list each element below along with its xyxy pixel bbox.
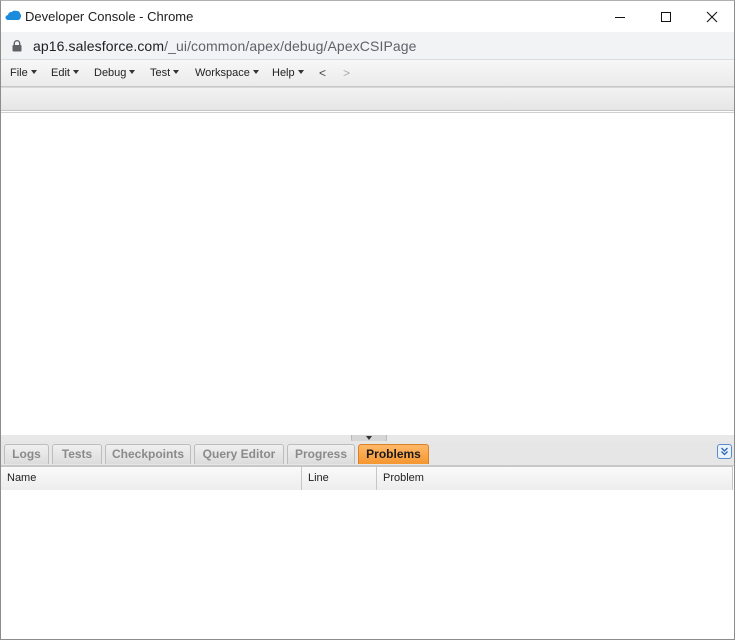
problems-grid-header: Name Line Problem — [1, 466, 733, 491]
browser-window: Developer Console - Chrome ap16.salesfor… — [0, 0, 735, 640]
collapse-panel-icon — [721, 447, 728, 456]
url-host: ap16.salesforce.com — [33, 38, 165, 54]
caret-down-icon — [129, 70, 136, 74]
close-icon — [706, 11, 718, 22]
caret-down-icon — [72, 70, 79, 74]
menu-label: Test — [150, 67, 171, 79]
close-button[interactable] — [689, 1, 734, 32]
title-bar: Developer Console - Chrome — [1, 1, 734, 32]
nav-forward-button[interactable]: > — [343, 66, 350, 80]
menu-label: Edit — [51, 67, 70, 79]
problems-grid-body — [1, 490, 734, 639]
menu-label: Debug — [94, 67, 127, 79]
menu-bar: File Edit Debug Test Workspace Help < > — [1, 60, 734, 87]
caret-down-icon — [252, 70, 259, 74]
menu-file[interactable]: File — [10, 67, 37, 79]
menu-label: Workspace — [195, 67, 250, 79]
caret-down-icon — [173, 70, 180, 74]
tab-progress[interactable]: Progress — [287, 444, 355, 464]
menu-edit[interactable]: Edit — [51, 67, 79, 79]
caret-down-icon — [297, 70, 304, 74]
column-header-line[interactable]: Line — [302, 467, 377, 490]
column-header-problem[interactable]: Problem — [377, 467, 732, 490]
menu-label: File — [10, 67, 28, 79]
maximize-button[interactable] — [643, 1, 689, 32]
column-header-name[interactable]: Name — [1, 467, 302, 490]
menu-test[interactable]: Test — [150, 67, 180, 79]
salesforce-cloud-icon — [5, 10, 21, 20]
minimize-icon — [615, 16, 625, 18]
url-path: /_ui/common/apex/debug/ApexCSIPage — [164, 38, 417, 54]
tab-logs[interactable]: Logs — [4, 444, 49, 464]
window-title: Developer Console - Chrome — [25, 9, 194, 24]
editor-tab-strip — [1, 87, 734, 111]
panel-tab-bar: Logs Tests Checkpoints Query Editor Prog… — [1, 441, 734, 466]
collapse-panel-button[interactable] — [717, 444, 732, 459]
nav-back-button[interactable]: < — [319, 66, 326, 80]
minimize-button[interactable] — [597, 1, 643, 32]
menu-workspace[interactable]: Workspace — [195, 67, 259, 79]
tab-problems[interactable]: Problems — [358, 444, 429, 464]
tab-tests[interactable]: Tests — [52, 444, 102, 464]
editor-area[interactable] — [1, 112, 734, 436]
menu-label: Help — [272, 67, 295, 79]
address-bar[interactable]: ap16.salesforce.com/_ui/common/apex/debu… — [1, 32, 734, 60]
menu-debug[interactable]: Debug — [94, 67, 136, 79]
tab-checkpoints[interactable]: Checkpoints — [105, 444, 191, 464]
maximize-icon — [661, 11, 671, 22]
menu-help[interactable]: Help — [272, 67, 304, 79]
url-text[interactable]: ap16.salesforce.com/_ui/common/apex/debu… — [33, 38, 417, 54]
caret-down-icon — [30, 70, 37, 74]
tab-query-editor[interactable]: Query Editor — [194, 444, 284, 464]
lock-icon — [12, 40, 22, 52]
